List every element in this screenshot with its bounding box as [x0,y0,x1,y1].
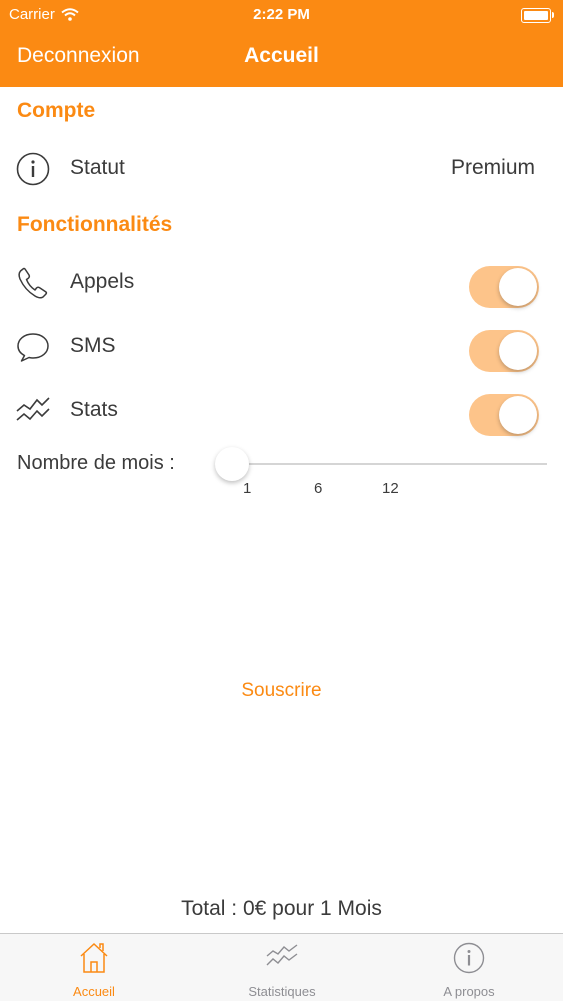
months-slider-track[interactable] [232,463,547,465]
slider-tick-6: 6 [314,480,323,497]
home-icon [80,942,108,973]
top-bar: Carrier 2:22 PM Deconnexion Accueil [0,0,563,87]
info-icon [453,942,485,974]
status-bar: Carrier 2:22 PM [0,0,563,30]
tab-bar: Accueil Statistiques A propos [0,933,563,1001]
tab-about[interactable]: A propos [375,934,563,1001]
tab-home[interactable]: Accueil [0,934,188,1001]
slider-tick-1: 1 [243,480,252,497]
months-label: Nombre de mois : [17,452,175,474]
feature-label-calls: Appels [70,270,135,293]
sms-toggle[interactable] [469,330,539,372]
months-slider-thumb[interactable] [215,447,249,481]
info-icon [16,152,50,186]
status-value: Premium [450,156,535,179]
phone-icon [18,267,48,299]
tab-statistics[interactable]: Statistiques [188,934,376,1001]
speech-bubble-icon [17,333,49,362]
stats-icon [16,397,50,421]
section-header-features: Fonctionnalités [17,213,173,236]
stats-icon [266,944,298,966]
status-label: Statut [70,156,125,179]
tab-label-home: Accueil [73,984,115,999]
feature-label-sms: SMS [70,334,116,357]
tab-label-statistics: Statistiques [248,984,316,999]
stats-toggle[interactable] [469,394,539,436]
toggle-knob [499,396,537,434]
toggle-knob [499,332,537,370]
total-text: Total : 0€ pour 1 Mois [181,897,382,920]
feature-row-stats: Stats [0,382,563,438]
tab-label-about: A propos [443,984,495,999]
calls-toggle[interactable] [469,266,539,308]
slider-tick-12: 12 [382,480,399,497]
feature-row-sms: SMS [0,318,563,374]
feature-label-stats: Stats [70,398,118,421]
feature-row-calls: Appels [0,254,563,310]
subscribe-button[interactable]: Souscrire [0,680,563,702]
status-row: Statut Premium [0,140,563,196]
battery-icon [521,8,554,23]
logout-button[interactable]: Deconnexion [17,44,140,68]
clock: 2:22 PM [253,6,310,23]
toggle-knob [499,268,537,306]
navigation-bar: Deconnexion Accueil [0,36,563,80]
section-header-account: Compte [17,99,96,122]
